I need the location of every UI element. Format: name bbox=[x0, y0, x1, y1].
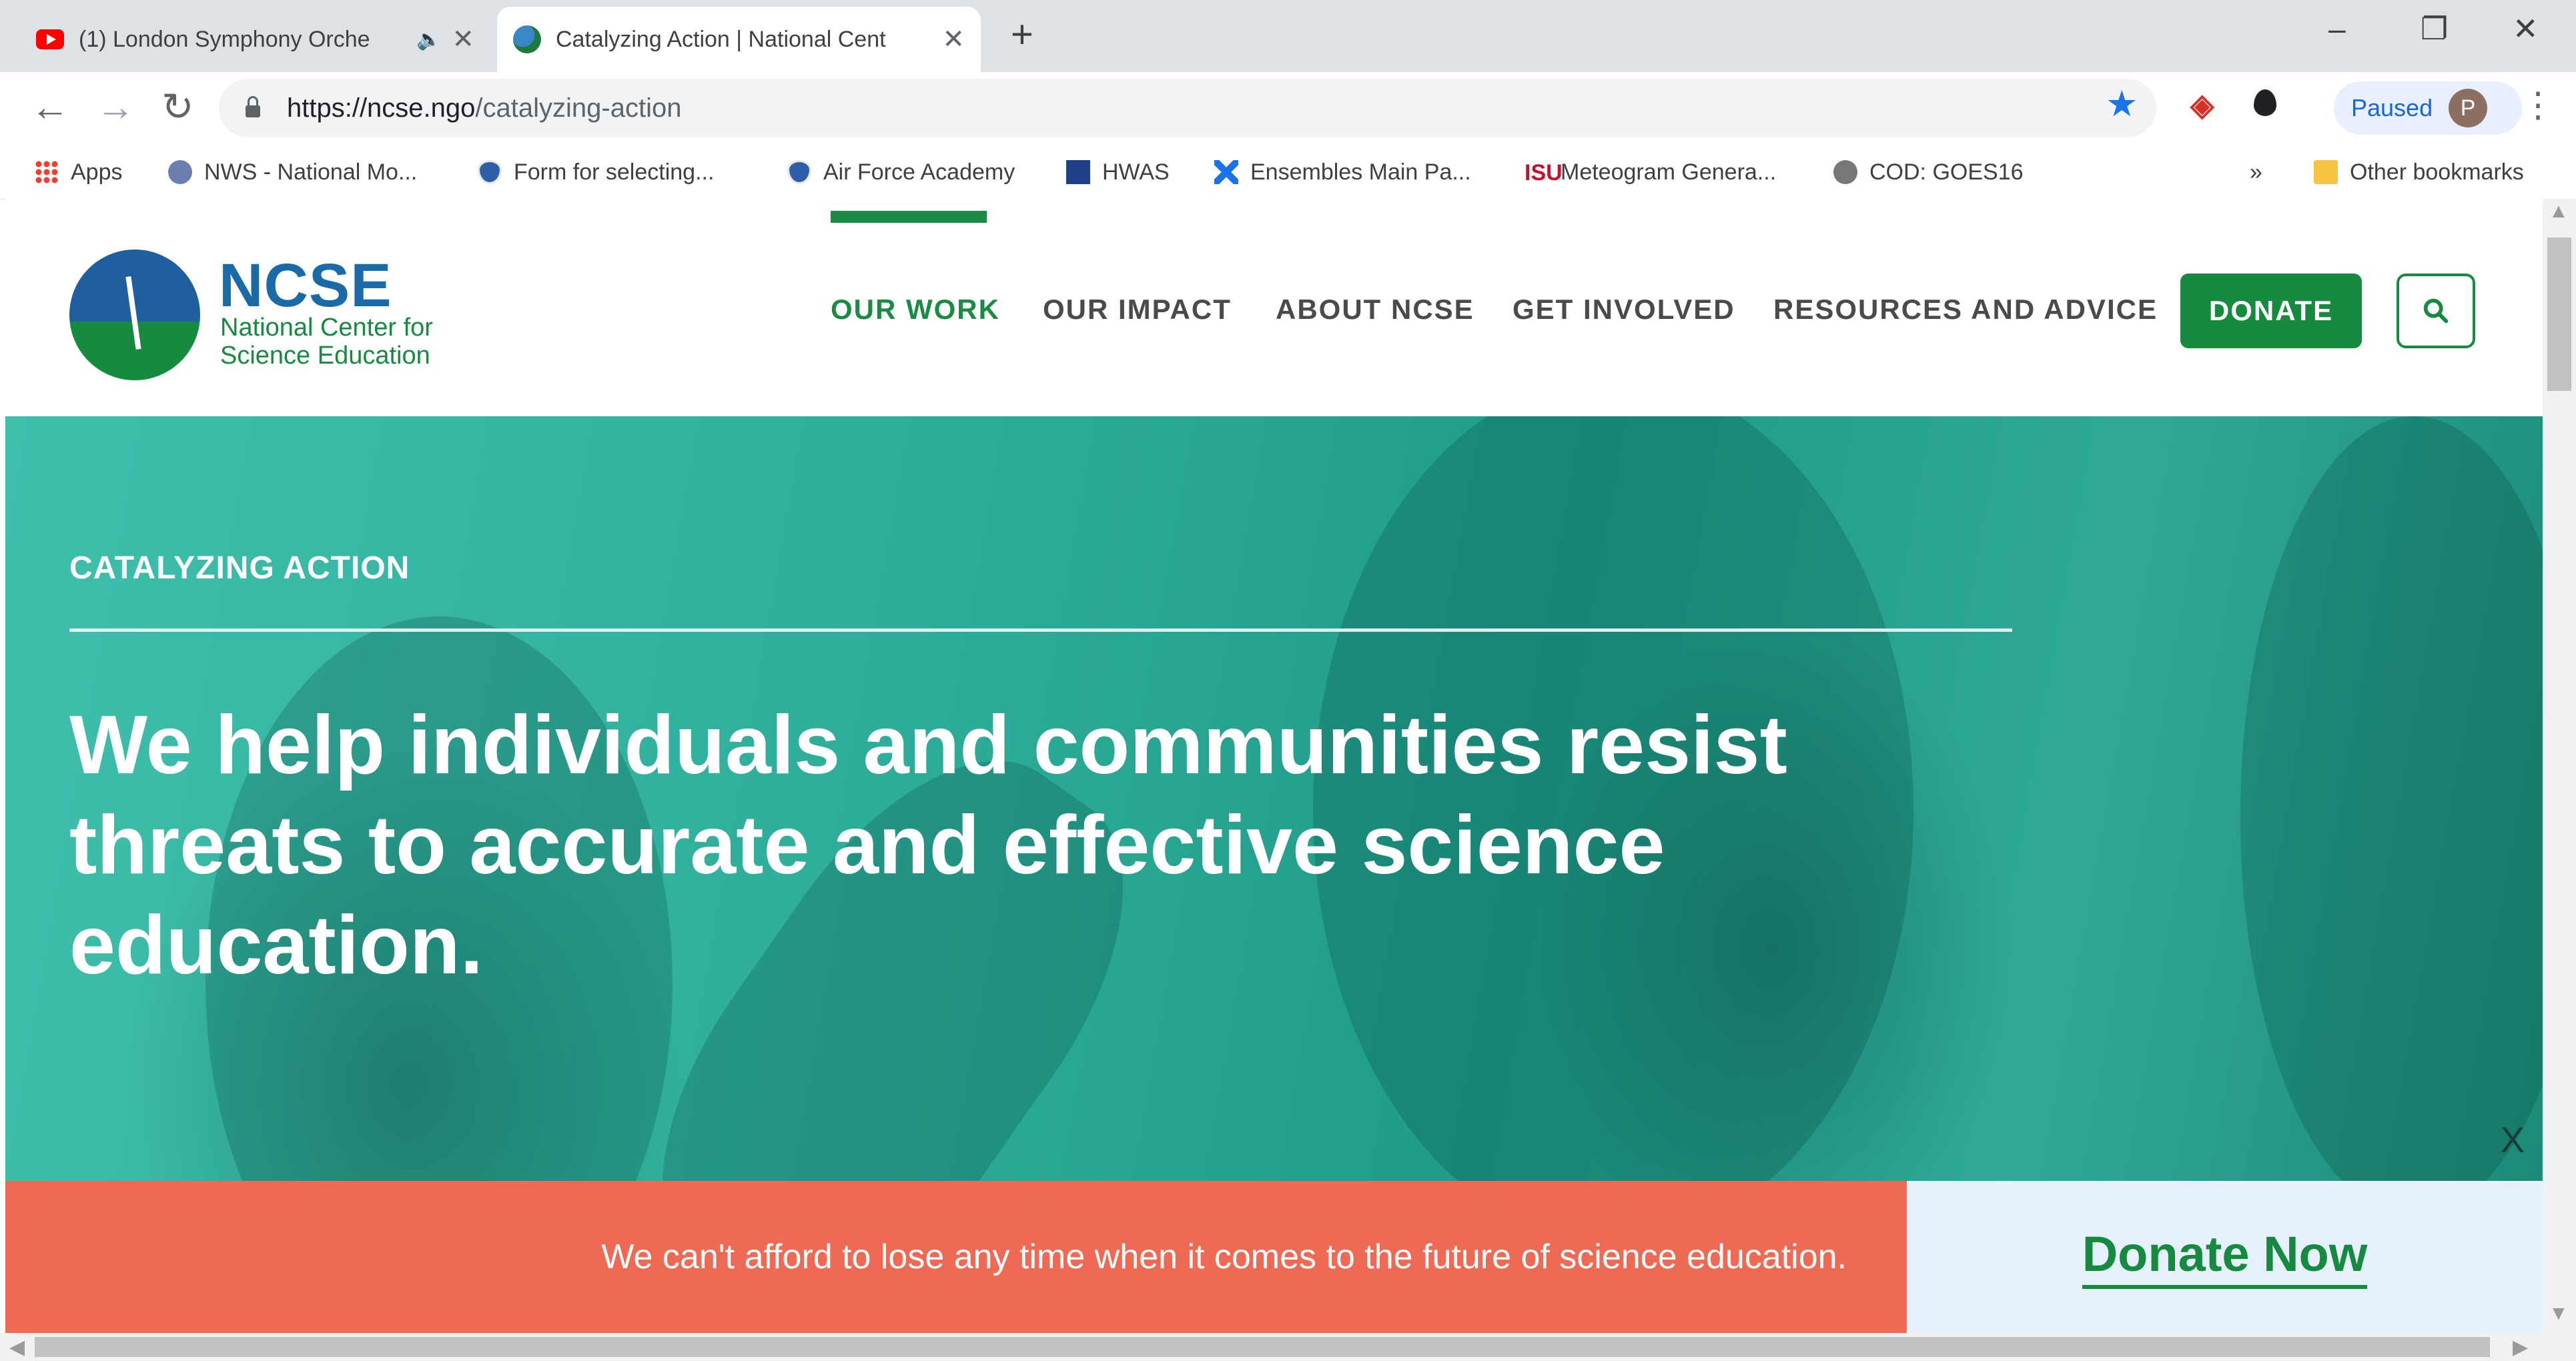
hero-photo-figure bbox=[2240, 416, 2543, 1181]
banner-text: We can't afford to lose any time when it… bbox=[601, 1238, 1847, 1276]
search-icon bbox=[2423, 298, 2449, 324]
horizontal-scroll-thumb[interactable] bbox=[35, 1337, 2490, 1357]
other-bookmarks[interactable]: Other bookmarks bbox=[2314, 152, 2524, 192]
search-button[interactable] bbox=[2397, 274, 2475, 348]
nav-get-involved[interactable]: GET INVOLVED bbox=[1513, 294, 1735, 326]
nav-resources-and-advice[interactable]: RESOURCES AND ADVICE bbox=[1773, 294, 2158, 326]
bookmark-label: Air Force Academy bbox=[823, 159, 1015, 185]
lock-icon[interactable] bbox=[246, 96, 260, 117]
bookmark-meteogram[interactable]: ISU Meteogram Genera... bbox=[1525, 152, 1776, 192]
avatar: P bbox=[2449, 89, 2488, 127]
banner-close-button[interactable]: X bbox=[2501, 1119, 2525, 1161]
active-nav-indicator bbox=[831, 211, 987, 223]
bookmark-ensembles[interactable]: Ensembles Main Pa... bbox=[1214, 152, 1471, 192]
close-tab-icon[interactable]: ✕ bbox=[452, 24, 474, 55]
hwas-icon bbox=[1066, 160, 1090, 184]
bookmark-label: NWS - National Mo... bbox=[204, 159, 418, 185]
donate-button[interactable]: DONATE bbox=[2180, 274, 2362, 348]
tab-title: Catalyzing Action | National Cent bbox=[556, 26, 886, 52]
nav-our-impact[interactable]: OUR IMPACT bbox=[1043, 294, 1232, 326]
nav-about-ncse[interactable]: ABOUT NCSE bbox=[1276, 294, 1474, 326]
nav-our-work[interactable]: OUR WORK bbox=[831, 294, 1000, 326]
bookmark-form[interactable]: Form for selecting... bbox=[478, 152, 714, 192]
scroll-left-icon[interactable]: ◀ bbox=[9, 1336, 25, 1359]
bookmark-label: HWAS bbox=[1102, 159, 1170, 185]
bookmark-star-icon[interactable]: ★ bbox=[2106, 84, 2138, 124]
tab-youtube[interactable]: (1) London Symphony Orche 🔈 ✕ bbox=[20, 7, 490, 72]
apps-icon bbox=[35, 160, 59, 184]
bookmark-label: Apps bbox=[71, 159, 123, 185]
bookmark-label: Form for selecting... bbox=[514, 159, 715, 185]
bookmarks-overflow-button[interactable]: » bbox=[2250, 152, 2262, 192]
url-text[interactable]: https://ncse.ngo/catalyzing-action bbox=[287, 93, 681, 123]
restore-button[interactable]: ❐ bbox=[2421, 12, 2448, 45]
reload-icon[interactable]: ↻ bbox=[161, 87, 194, 128]
scroll-right-icon[interactable]: ▶ bbox=[2513, 1336, 2528, 1359]
cod-icon bbox=[1833, 160, 1857, 184]
shield-extension-icon[interactable]: ◈ bbox=[2190, 88, 2214, 121]
nws-icon bbox=[168, 160, 192, 184]
hero-divider bbox=[69, 628, 2012, 632]
minimize-button[interactable]: – bbox=[2328, 12, 2346, 45]
bookmark-hwas[interactable]: HWAS bbox=[1066, 152, 1170, 192]
folder-icon bbox=[2314, 160, 2338, 184]
location-extension-icon[interactable] bbox=[2254, 89, 2276, 116]
donate-now-link[interactable]: Donate Now bbox=[2082, 1226, 2368, 1289]
profile-button[interactable]: Paused P bbox=[2334, 81, 2522, 135]
ncse-logo-icon[interactable] bbox=[69, 250, 200, 380]
scroll-up-icon[interactable]: ▲ bbox=[2549, 200, 2569, 223]
address-bar[interactable]: https://ncse.ngo/catalyzing-action bbox=[219, 79, 2156, 137]
shield-icon bbox=[478, 160, 502, 184]
tab-ncse[interactable]: Catalyzing Action | National Cent ✕ bbox=[497, 7, 981, 72]
forward-icon[interactable]: → bbox=[96, 87, 135, 128]
shield-icon bbox=[787, 160, 811, 184]
donate-banner-message: We can't afford to lose any time when it… bbox=[5, 1181, 1907, 1333]
bookmark-label: COD: GOES16 bbox=[1869, 159, 2024, 185]
bookmark-label: Ensembles Main Pa... bbox=[1250, 159, 1471, 185]
youtube-icon bbox=[36, 29, 64, 49]
ensembles-icon bbox=[1214, 160, 1238, 184]
globe-icon bbox=[513, 25, 541, 53]
logo-wordmark[interactable]: NCSE bbox=[219, 255, 392, 316]
menu-icon[interactable]: ⋮ bbox=[2521, 85, 2555, 125]
hero-label: CATALYZING ACTION bbox=[69, 550, 410, 586]
back-icon[interactable]: ← bbox=[31, 87, 69, 128]
window-close-button[interactable]: ✕ bbox=[2513, 12, 2539, 45]
donate-banner-cta: Donate Now bbox=[1907, 1181, 2543, 1333]
profile-status: Paused bbox=[2351, 94, 2433, 121]
close-tab-icon[interactable]: ✕ bbox=[942, 24, 965, 55]
hero-heading: We help individuals and communities resi… bbox=[69, 699, 1787, 991]
bookmark-apps[interactable]: Apps bbox=[35, 152, 123, 192]
new-tab-button[interactable]: + bbox=[1011, 15, 1033, 55]
tab-title: (1) London Symphony Orche bbox=[79, 26, 370, 52]
isu-icon: ISU bbox=[1525, 160, 1563, 185]
speaker-icon[interactable]: 🔈 bbox=[416, 28, 441, 51]
bookmark-label: Other bookmarks bbox=[2350, 159, 2524, 185]
scroll-down-icon[interactable]: ▼ bbox=[2549, 1302, 2569, 1325]
bookmark-air-force[interactable]: Air Force Academy bbox=[787, 152, 1015, 192]
logo-subtitle: National Center for Science Education bbox=[220, 314, 433, 370]
bookmark-label: Meteogram Genera... bbox=[1561, 159, 1777, 185]
bookmark-cod[interactable]: COD: GOES16 bbox=[1833, 152, 2024, 192]
vertical-scroll-thumb[interactable] bbox=[2547, 238, 2571, 391]
bookmark-nws[interactable]: NWS - National Mo... bbox=[168, 152, 417, 192]
